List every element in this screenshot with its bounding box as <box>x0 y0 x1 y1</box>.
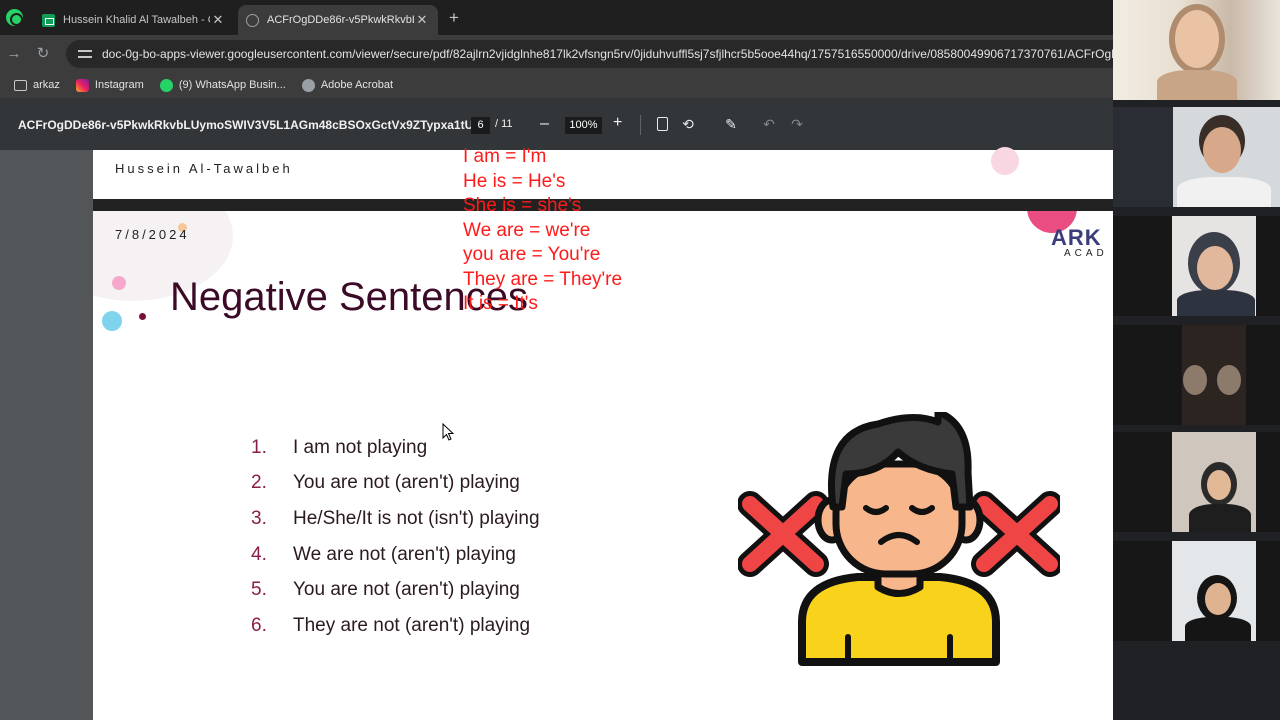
reload-icon[interactable]: ↻ <box>33 44 53 64</box>
folder-icon <box>14 79 27 91</box>
list-number: 3. <box>251 507 267 529</box>
list-text: He/She/It is not (isn't) playing <box>293 507 540 529</box>
instagram-icon <box>75 78 89 92</box>
bookmark-arkaz[interactable]: arkaz <box>14 79 60 91</box>
zoom-level-input[interactable]: 100% <box>565 117 602 134</box>
list-number: 1. <box>251 436 267 458</box>
red-x-icon <box>971 491 1060 577</box>
list-text: They are not (aren't) playing <box>293 614 531 636</box>
annotation-line: you are = You're <box>463 244 601 265</box>
sentence-list: 1. I am not playing 2. You are not (aren't… <box>251 430 540 644</box>
participant-video[interactable] <box>1113 325 1280 425</box>
bookmark-label: Instagram <box>94 79 144 91</box>
decorative-dot <box>991 147 1019 175</box>
new-tab-button[interactable]: + <box>444 8 464 28</box>
list-item: 1. I am not playing <box>251 430 540 466</box>
bookmark-label: Adobe Acrobat <box>320 79 393 91</box>
list-item: 5. You are not (aren't) playing <box>251 572 540 608</box>
site-settings-icon[interactable] <box>78 47 92 61</box>
tab-bar: Hussein Khalid Al Tawalbeh - G ✕ ACFrOgD… <box>0 0 1113 35</box>
video-call-panel <box>1113 0 1280 720</box>
annotation-line: He is = He's <box>463 170 566 192</box>
zoom-out-button[interactable]: – <box>540 115 549 133</box>
close-icon[interactable]: ✕ <box>210 12 226 28</box>
annotation-line: It is = It's <box>463 293 538 314</box>
bookmark-instagram[interactable]: Instagram <box>75 78 144 92</box>
annotate-icon[interactable]: ✎ <box>723 116 739 132</box>
list-text: You are not (aren't) playing <box>293 579 520 601</box>
tab-pdf[interactable]: ACFrOgDDe86r-v5PkwkRkvbLU ✕ <box>238 5 438 35</box>
list-text: We are not (aren't) playing <box>293 543 516 565</box>
participant-video[interactable] <box>1113 432 1280 532</box>
whatsapp-icon <box>159 78 173 92</box>
tab-spreadsheet[interactable]: Hussein Khalid Al Tawalbeh - G ✕ <box>34 5 234 35</box>
participant-video[interactable] <box>1113 216 1280 316</box>
list-number: 6. <box>251 614 267 636</box>
tab-title: Hussein Khalid Al Tawalbeh - G <box>63 14 210 26</box>
list-text: I am not playing <box>293 436 428 458</box>
participant-video[interactable] <box>1113 541 1280 641</box>
list-number: 4. <box>251 543 267 565</box>
list-item: 2. You are not (aren't) playing <box>251 466 540 502</box>
browser-toolbar: → ↻ doc-0g-bo-apps-viewer.googleusercont… <box>0 35 1126 72</box>
annotation-line: She is = she's <box>463 195 582 216</box>
page-number-input[interactable]: 6 <box>471 117 490 134</box>
sad-person-illustration <box>738 412 1060 666</box>
document-title: ACFrOgDDe86r-v5PkwkRkvbLUymoSWIV3V5L1AGm… <box>18 118 490 132</box>
list-item: 3. He/She/It is not (isn't) playing <box>251 501 540 537</box>
bookmarks-bar: arkaz Instagram (9) WhatsApp Busin... Ad… <box>0 72 1113 98</box>
fit-page-icon[interactable] <box>654 116 670 132</box>
address-bar[interactable]: doc-0g-bo-apps-viewer.googleusercontent.… <box>66 40 1126 68</box>
annotation-line: They are = They're <box>463 268 623 290</box>
annotation-text: I am = I'm He is = He's She is = she's W… <box>463 145 622 317</box>
bookmark-acrobat[interactable]: Adobe Acrobat <box>301 78 393 92</box>
rotate-icon[interactable]: ⟲ <box>680 116 696 132</box>
globe-icon <box>246 13 259 27</box>
close-icon[interactable]: ✕ <box>414 12 430 28</box>
bookmark-label: (9) WhatsApp Busin... <box>178 79 286 91</box>
screen: Hussein Khalid Al Tawalbeh - G ✕ ACFrOgD… <box>0 0 1280 720</box>
list-item: 4. We are not (aren't) playing <box>251 537 540 573</box>
toolbar-divider <box>640 115 641 135</box>
red-x-icon <box>738 491 829 577</box>
list-number: 5. <box>251 579 267 601</box>
bookmark-label: arkaz <box>33 79 60 91</box>
annotation-line: We are = we're <box>463 219 591 241</box>
whatsapp-icon[interactable] <box>6 9 23 26</box>
logo-subtext: ACAD <box>1064 248 1108 259</box>
slide-date: 7/8/2024 <box>115 227 190 242</box>
redo-icon[interactable]: ↷ <box>789 116 805 132</box>
participant-video[interactable] <box>1113 0 1280 100</box>
undo-icon[interactable]: ↶ <box>761 116 777 132</box>
sheets-icon <box>42 13 55 27</box>
decorative-dot <box>112 276 126 290</box>
acrobat-icon <box>301 78 315 92</box>
list-number: 2. <box>251 472 267 494</box>
bookmark-whatsapp[interactable]: (9) WhatsApp Busin... <box>159 78 286 92</box>
zoom-in-button[interactable]: + <box>613 114 622 132</box>
tab-title: ACFrOgDDe86r-v5PkwkRkvbLU <box>267 14 414 26</box>
url-text: doc-0g-bo-apps-viewer.googleusercontent.… <box>102 47 1126 61</box>
bullet-dot <box>139 313 146 320</box>
pdf-toolbar: ACFrOgDDe86r-v5PkwkRkvbLUymoSWIV3V5L1AGm… <box>0 98 1113 150</box>
participant-video[interactable] <box>1113 107 1280 207</box>
decorative-dot <box>102 311 122 331</box>
list-text: You are not (aren't) playing <box>293 472 520 494</box>
mouse-cursor-icon <box>442 423 454 441</box>
annotation-line: I am = I'm <box>463 146 547 167</box>
forward-arrow-icon[interactable]: → <box>4 44 24 64</box>
page-total: / 11 <box>495 118 513 130</box>
list-item: 6. They are not (aren't) playing <box>251 608 540 644</box>
author-name: Hussein Al-Tawalbeh <box>115 161 293 176</box>
